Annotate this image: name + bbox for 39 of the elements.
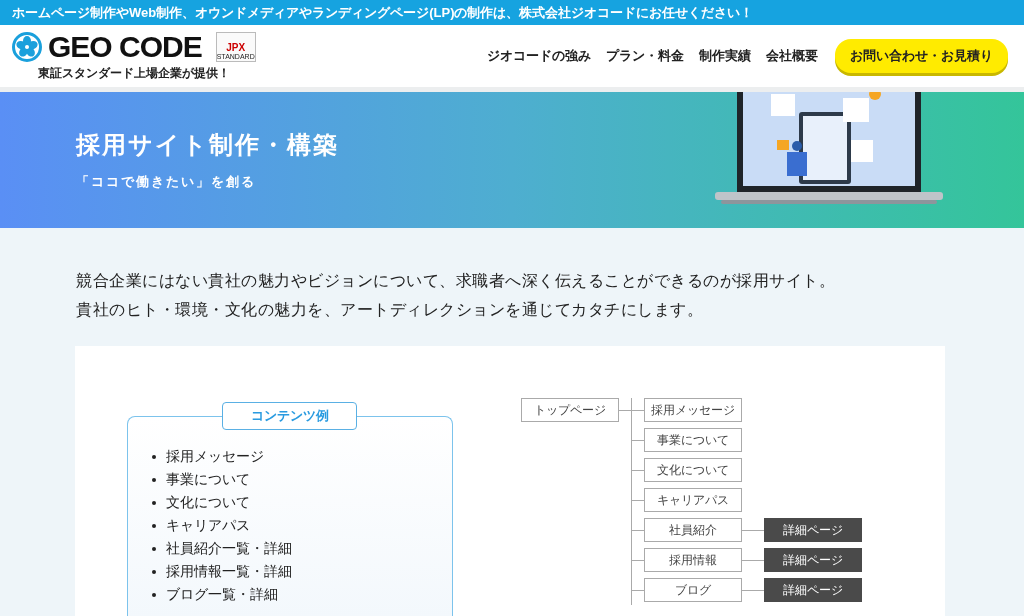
contents-item: 事業について <box>166 470 250 489</box>
bullet-icon <box>152 500 156 505</box>
contact-button[interactable]: お問い合わせ・お見積り <box>835 39 1008 73</box>
nav-link[interactable]: ジオコードの強み <box>487 47 591 65</box>
bullet-icon <box>152 592 156 597</box>
contents-item: 社員紹介一覧・詳細 <box>166 539 292 558</box>
hero-title: 採用サイト制作・構築 <box>76 130 340 160</box>
bullet-icon <box>152 546 156 551</box>
flower-logo-icon <box>12 31 42 62</box>
nav-link[interactable]: プラン・料金 <box>606 47 684 65</box>
sitemap-node: トップページ <box>521 398 619 422</box>
bullet-icon <box>152 477 156 482</box>
top-banner: ホームページ制作やWeb制作、オウンドメディアやランディングページ(LP)の制作は、株式会社ジオコードにお任せください！ <box>0 0 1024 25</box>
sitemap-node: 文化について <box>644 458 742 482</box>
sitemap-node: 採用メッセージ <box>644 398 742 422</box>
hero-subtitle: 「ココで働きたい」を創る <box>76 173 257 191</box>
logo-wordmark[interactable]: GEO CODE <box>48 30 202 63</box>
contents-title: コンテンツ例 <box>222 402 357 430</box>
bullet-icon <box>152 523 156 528</box>
contents-item: ブログ一覧・詳細 <box>166 585 278 604</box>
tagline: 東証スタンダード上場企業が提供！ <box>38 64 231 82</box>
sitemap-node: ブログ <box>644 578 742 602</box>
contents-item: 採用メッセージ <box>166 447 264 466</box>
sitemap-node: 事業について <box>644 428 742 452</box>
bullet-icon <box>152 454 156 459</box>
detail-page-node: 詳細ページ <box>764 548 862 572</box>
detail-page-node: 詳細ページ <box>764 578 862 602</box>
sitemap-node: キャリアパス <box>644 488 742 512</box>
contents-item: 採用情報一覧・詳細 <box>166 562 292 581</box>
nav-link[interactable]: 制作実績 <box>699 47 751 65</box>
intro-text: 競合企業にはない貴社の魅力やビジョンについて、求職者へ深く伝えることができるのが採用サイト。 <box>76 271 836 291</box>
bullet-icon <box>152 569 156 574</box>
nav-link[interactable]: 会社概要 <box>766 47 818 65</box>
sitemap-node: 社員紹介 <box>644 518 742 542</box>
contents-item: キャリアパス <box>166 516 250 535</box>
intro-text: 貴社のヒト・環境・文化の魅力を、アートディレクションを通じてカタチにします。 <box>76 300 704 320</box>
contents-item: 文化について <box>166 493 250 512</box>
sitemap-node: 採用情報 <box>644 548 742 572</box>
detail-page-node: 詳細ページ <box>764 518 862 542</box>
